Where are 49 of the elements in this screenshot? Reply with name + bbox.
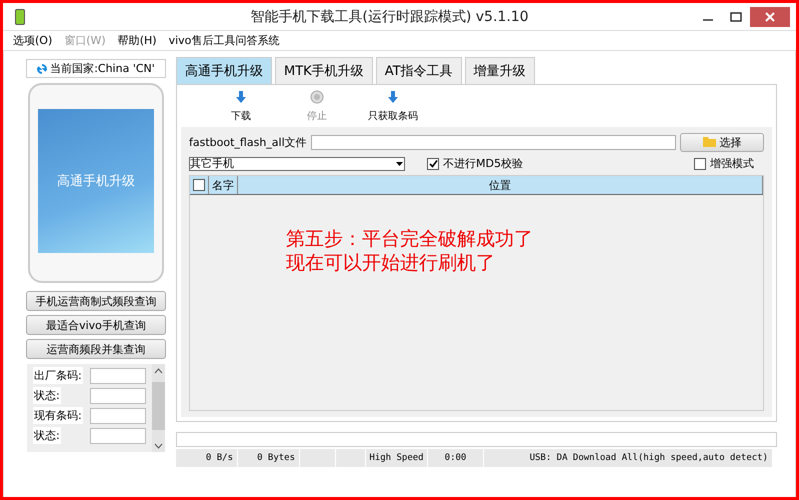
status-text: High Speed <box>366 449 428 467</box>
close-button[interactable] <box>750 6 790 26</box>
query-button[interactable]: 手机运营商制式频段查询 <box>26 291 166 311</box>
annotation-text: 现在可以开始进行刷机了 <box>286 251 495 275</box>
folder-icon <box>702 136 716 150</box>
menu-item[interactable]: vivo售后工具问答系统 <box>168 33 280 48</box>
close-icon <box>765 12 775 22</box>
toolbar-button[interactable]: 下载 <box>203 90 279 122</box>
status-text: USB: DA Download All(high speed,auto detect) <box>484 449 773 467</box>
checkbox[interactable] <box>193 179 205 191</box>
menu-item[interactable]: 选项(O) <box>13 33 52 48</box>
query-button[interactable]: 运营商频段并集查询 <box>26 339 166 359</box>
status-text: 0 Bytes <box>238 449 300 467</box>
toolbar-button[interactable]: 只获取条码 <box>355 90 431 122</box>
tab[interactable]: 高通手机升级 <box>176 57 272 84</box>
checkbox[interactable] <box>694 158 706 170</box>
phone-type-dropdown[interactable]: 其它手机 <box>189 156 405 170</box>
scroll-thumb[interactable] <box>152 382 165 430</box>
tab[interactable]: AT指令工具 <box>376 57 462 84</box>
checkbox-label: 不进行MD5校验 <box>443 156 523 171</box>
input-field[interactable] <box>90 428 146 444</box>
checkbox[interactable] <box>427 158 439 170</box>
field-label: 出厂条码: <box>33 367 83 384</box>
status-text: 0:00 <box>428 449 484 467</box>
refresh-icon <box>37 64 48 74</box>
file-label: fastboot_flash_all文件 <box>189 135 307 150</box>
app-icon <box>15 8 25 24</box>
field-label: 现有条码: <box>33 407 83 424</box>
column-header[interactable]: 位置 <box>238 176 763 194</box>
field-label: 状态: <box>33 387 61 404</box>
input-field[interactable] <box>90 368 146 384</box>
scrollbar[interactable] <box>152 364 165 452</box>
field-label: 状态: <box>33 427 61 444</box>
tab[interactable]: MTK手机升级 <box>275 57 373 84</box>
menu-item[interactable]: 帮助(H) <box>118 33 157 48</box>
checkbox-label: 增强模式 <box>710 156 754 171</box>
query-button[interactable]: 最适合vivo手机查询 <box>26 315 166 335</box>
input-field[interactable] <box>90 388 146 404</box>
file-path-field[interactable] <box>310 135 676 150</box>
input-field[interactable] <box>90 408 146 424</box>
window-title: 智能手机下载工具(运行时跟踪模式) v5.1.10 <box>249 8 530 26</box>
phone-screen-text: 高通手机升级 <box>38 109 154 253</box>
column-header[interactable]: 名字 <box>209 176 238 194</box>
choose-button[interactable]: 选择 <box>680 133 764 152</box>
stop-icon <box>310 90 324 106</box>
tab[interactable]: 增量升级 <box>464 57 535 84</box>
country-text: 当前国家:China 'CN' <box>50 61 155 76</box>
annotation-text: 第五步：平台完全破解成功了 <box>286 227 533 251</box>
status-text: 0 B/s <box>176 449 238 467</box>
